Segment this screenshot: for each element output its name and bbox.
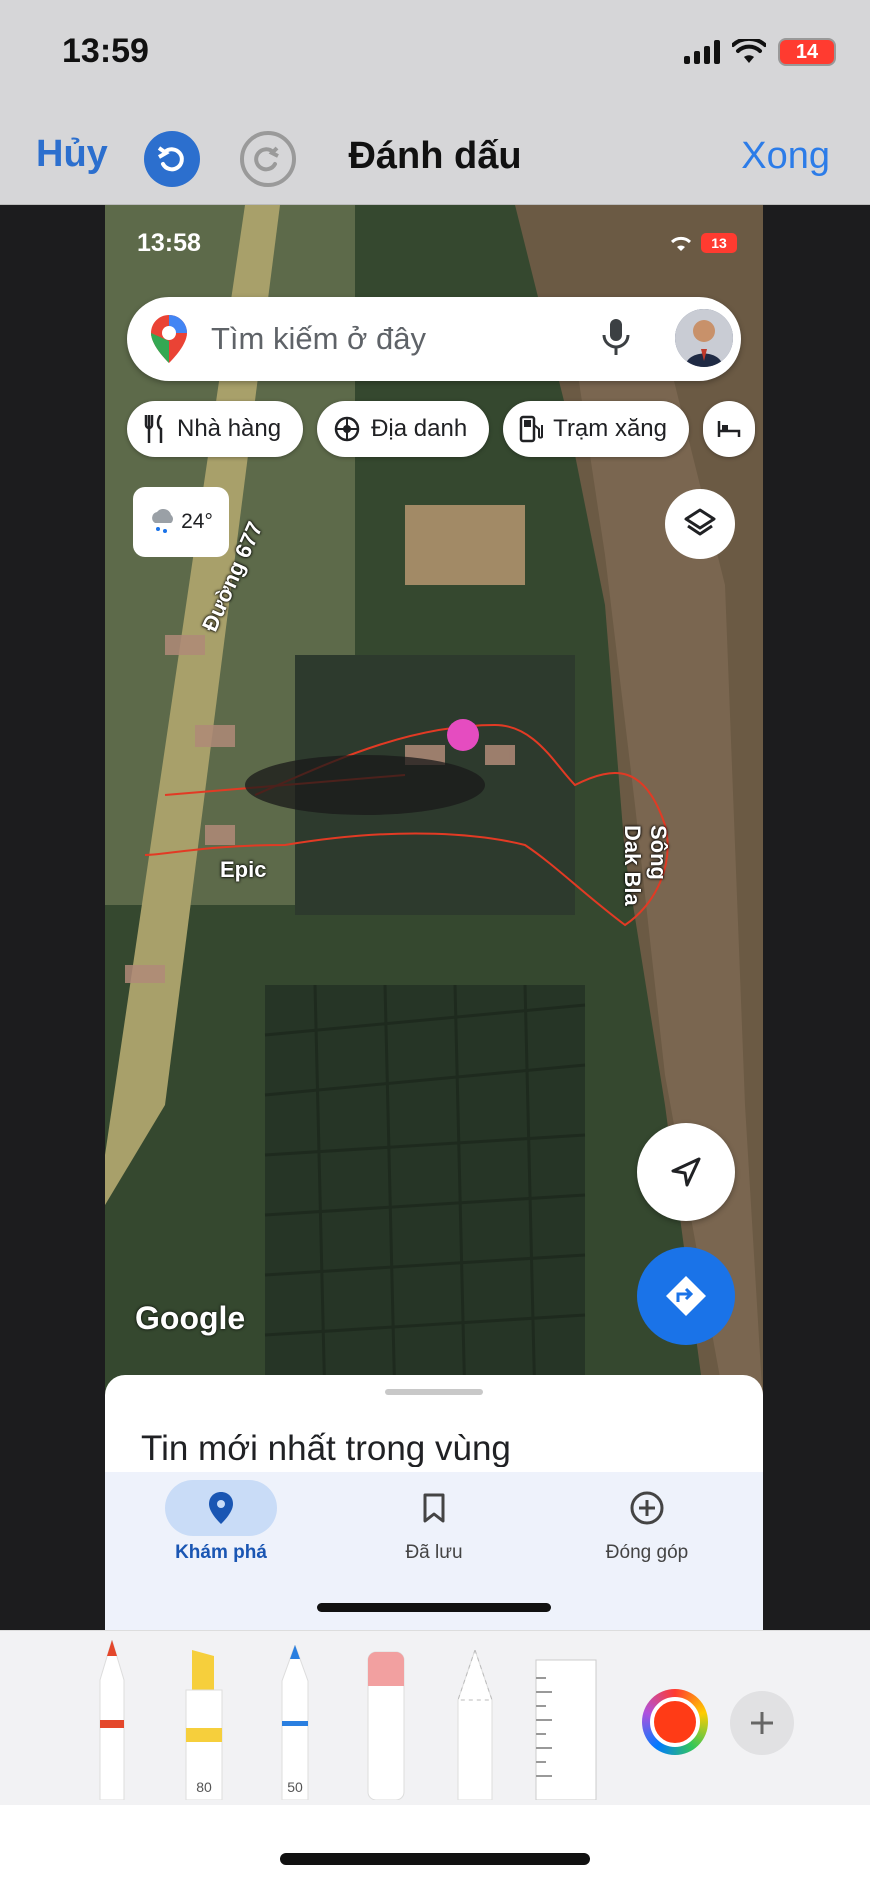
battery-icon: 13: [701, 233, 737, 253]
profile-photo: [675, 309, 733, 367]
nav-explore[interactable]: Khám phá: [121, 1480, 321, 1564]
google-logo: Google: [135, 1300, 246, 1336]
chip-label: Trạm xăng: [553, 415, 667, 442]
done-button[interactable]: Xong: [741, 135, 830, 178]
maps-pin-logo-icon: [151, 315, 187, 363]
pen-tool[interactable]: [92, 1638, 132, 1805]
sheet-title: Tin mới nhất trong vùng: [141, 1429, 511, 1467]
my-location-button[interactable]: [637, 1123, 735, 1221]
highlighter-size: 80: [196, 1779, 212, 1795]
weather-widget[interactable]: 24°: [133, 487, 229, 557]
layers-icon: [684, 508, 716, 536]
ruler-tool[interactable]: [534, 1658, 598, 1805]
nav-label: Đã lưu: [405, 1542, 463, 1563]
fork-knife-icon: [144, 415, 163, 443]
lasso-icon: [457, 1648, 493, 1801]
maps-screenshot: 13:58 13 Tìm kiếm ở đây Nhà hàng Địa dan…: [105, 205, 763, 1630]
pencil-icon: [281, 1643, 309, 1801]
nav-saved[interactable]: Đã lưu: [334, 1480, 534, 1564]
microphone-icon[interactable]: [601, 317, 631, 359]
current-color-swatch: [650, 1697, 700, 1747]
chip-restaurants[interactable]: Nhà hàng: [127, 401, 304, 457]
pencil-size: 50: [287, 1779, 303, 1795]
bookmark-icon: [423, 1493, 445, 1523]
category-chips: Nhà hàng Địa danh Trạm xăng: [127, 401, 755, 457]
home-indicator[interactable]: [280, 1853, 590, 1865]
inner-home-indicator: [317, 1603, 551, 1612]
chip-gas-stations[interactable]: Trạm xăng: [503, 401, 689, 457]
nav-contribute[interactable]: Đóng góp: [547, 1480, 747, 1564]
markup-title: Đánh dấu: [348, 135, 522, 177]
status-time: 13:59: [62, 32, 149, 70]
bottom-safe-area: [0, 1805, 870, 1884]
wifi-icon: [670, 236, 692, 251]
highlighter-tool[interactable]: 80: [182, 1650, 226, 1805]
chip-landmarks[interactable]: Địa danh: [317, 401, 490, 457]
ruler-icon: [535, 1659, 597, 1801]
nav-pill: [591, 1480, 703, 1536]
markup-toolbar: Hủy Đánh dấu Xong: [0, 105, 870, 205]
eraser-icon: [367, 1651, 405, 1801]
add-circle-icon: [630, 1491, 664, 1525]
satellite-map[interactable]: [105, 205, 763, 1405]
battery-icon: 14: [778, 38, 836, 66]
inner-status-icons: 13: [669, 233, 737, 253]
add-button[interactable]: [730, 1691, 794, 1755]
pen-icon: [99, 1638, 125, 1801]
place-label[interactable]: Epic: [220, 857, 266, 883]
weather-temp: 24°: [181, 510, 213, 533]
status-icons: 14: [684, 38, 836, 66]
chip-label: Địa danh: [371, 415, 468, 442]
cellular-signal-icon: [684, 40, 720, 64]
outer-status-bar: 13:59 14: [0, 0, 870, 105]
markup-tool-palette: 80 50: [0, 1630, 870, 1805]
navigation-arrow-icon: [671, 1157, 701, 1187]
inner-status-time: 13:58: [137, 229, 201, 257]
color-picker-button[interactable]: [642, 1689, 708, 1755]
river-label: Sông Dak Bla: [620, 825, 671, 906]
directions-icon: [666, 1276, 706, 1316]
chip-more[interactable]: [702, 401, 755, 457]
lasso-tool[interactable]: [454, 1648, 496, 1805]
sheet-drag-handle[interactable]: [385, 1389, 483, 1395]
nav-pill: [378, 1480, 490, 1536]
gas-station-icon: [519, 415, 544, 443]
plus-icon: [751, 1712, 773, 1734]
landmark-icon: [334, 416, 360, 442]
layers-button[interactable]: [665, 489, 735, 559]
bed-icon: [717, 421, 741, 437]
highlighter-icon: [185, 1650, 223, 1801]
battery-level: 14: [795, 40, 819, 63]
search-input[interactable]: Tìm kiếm ở đây: [211, 321, 426, 357]
eraser-tool[interactable]: [364, 1650, 408, 1805]
inner-battery-level: 13: [711, 235, 727, 251]
nav-label: Đóng góp: [605, 1542, 689, 1563]
chip-label: Nhà hàng: [177, 415, 282, 442]
search-bar[interactable]: Tìm kiếm ở đây: [127, 297, 741, 381]
directions-button[interactable]: [637, 1247, 735, 1345]
rain-cloud-icon: [152, 509, 174, 533]
avatar[interactable]: [675, 309, 733, 367]
pencil-tool[interactable]: 50: [274, 1643, 316, 1805]
nav-label: Khám phá: [175, 1542, 267, 1563]
nav-pill: [165, 1480, 277, 1536]
location-pin-icon: [209, 1492, 233, 1524]
wifi-icon: [732, 39, 766, 63]
